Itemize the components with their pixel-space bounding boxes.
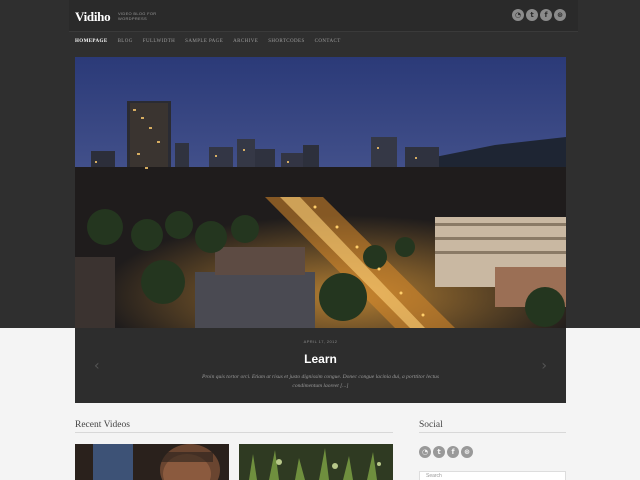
city-night-photo xyxy=(75,57,566,328)
post-excerpt: Proin quis tortor orci. Etiam at risus e… xyxy=(202,374,439,389)
facebook-icon[interactable]: f xyxy=(447,446,459,458)
twitter-icon[interactable]: t xyxy=(433,446,445,458)
site-logo[interactable]: Vidiho xyxy=(75,9,111,25)
nav-item-fullwidth[interactable]: Fullwidth xyxy=(143,39,175,44)
recent-videos-heading: Recent Videos xyxy=(75,420,130,430)
nav-item-blog[interactable]: Blog xyxy=(118,39,133,44)
video-thumbnail[interactable] xyxy=(75,444,229,480)
main-navigation: Homepage Blog Fullwidth Sample page Arch… xyxy=(75,39,341,44)
rss-icon[interactable]: ◔ xyxy=(419,446,431,458)
site-header: Vidiho Video blog for WordPress ◔ t f ⊛ xyxy=(69,0,578,32)
recent-videos-rule xyxy=(75,432,393,433)
slider-next-arrow[interactable]: › xyxy=(541,358,547,374)
page-wrapper: Vidiho Video blog for WordPress ◔ t f ⊛ … xyxy=(69,0,578,480)
video-thumbnail-image xyxy=(75,444,229,480)
post-date: April 17, 2012 xyxy=(303,339,338,344)
search-input[interactable]: Search xyxy=(419,471,566,480)
post-title[interactable]: Learn xyxy=(75,352,566,366)
social-rule xyxy=(419,432,566,433)
dribbble-icon[interactable]: ⊛ xyxy=(461,446,473,458)
search-placeholder: Search xyxy=(426,473,442,479)
sidebar-social-icons: ◔ t f ⊛ xyxy=(419,446,473,458)
hero-slide-image[interactable] xyxy=(75,57,566,328)
rss-icon[interactable]: ◔ xyxy=(512,9,524,21)
header-social-icons: ◔ t f ⊛ xyxy=(512,9,566,21)
twitter-icon[interactable]: t xyxy=(526,9,538,21)
video-thumbnail[interactable] xyxy=(239,444,393,480)
facebook-icon[interactable]: f xyxy=(540,9,552,21)
video-thumbnail-image xyxy=(239,444,393,480)
nav-item-shortcodes[interactable]: Shortcodes xyxy=(268,39,304,44)
nav-item-archive[interactable]: Archive xyxy=(233,39,258,44)
nav-item-sample-page[interactable]: Sample page xyxy=(185,39,223,44)
nav-item-homepage[interactable]: Homepage xyxy=(75,39,108,44)
site-tagline: Video blog for WordPress xyxy=(118,11,157,21)
hero-caption: ‹ April 17, 2012 Learn Proin quis tortor… xyxy=(75,328,566,403)
nav-item-contact[interactable]: Contact xyxy=(315,39,341,44)
dribbble-icon[interactable]: ⊛ xyxy=(554,9,566,21)
social-heading: Social xyxy=(419,420,443,430)
